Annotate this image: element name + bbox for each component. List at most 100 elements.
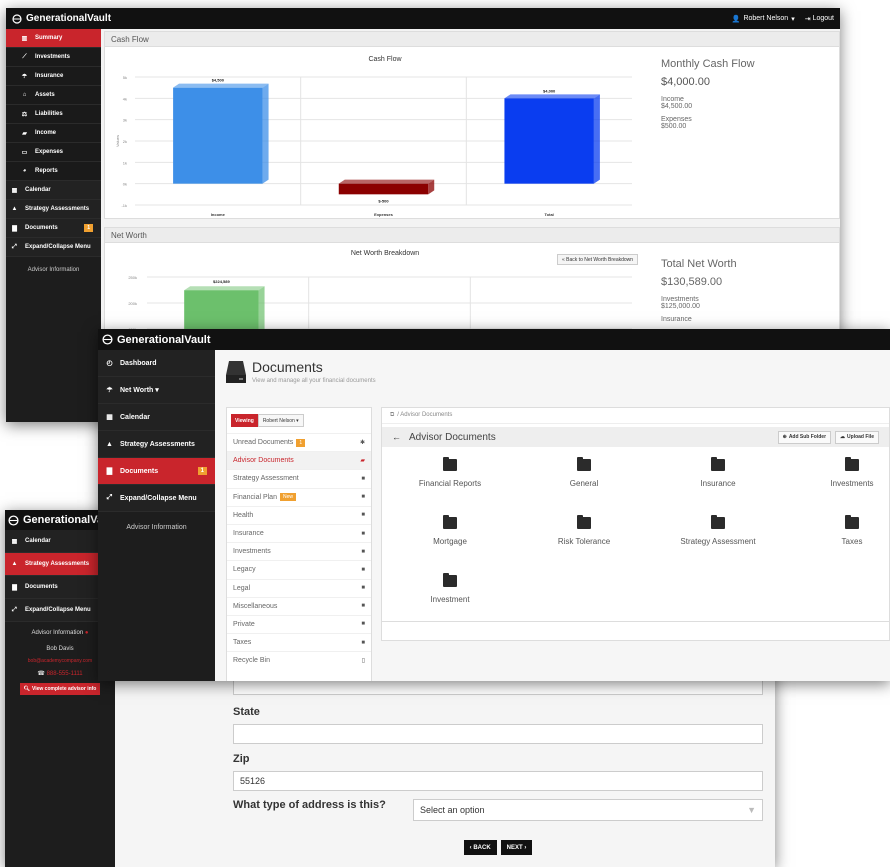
- folder-icon: [443, 573, 457, 587]
- sidebar-item-investments[interactable]: ⟋ Investments: [6, 48, 101, 67]
- sidebar-item-expand-collapse-menu[interactable]: ⤢ Expand/Collapse Menu: [98, 485, 215, 512]
- back-arrow-icon[interactable]: ←: [392, 432, 401, 442]
- bar[interactable]: [504, 98, 594, 184]
- bar[interactable]: [338, 183, 429, 195]
- zip-label: Zip: [233, 753, 250, 765]
- sidebar-item-label: Insurance: [35, 73, 64, 79]
- brand-logo[interactable]: GenerationalVault: [12, 13, 111, 24]
- user-menu[interactable]: 👤 Robert Nelson ▾: [732, 15, 795, 23]
- folder-list-item[interactable]: Advisor Documents ▰: [227, 451, 371, 470]
- folder-tile[interactable]: Investment: [390, 573, 510, 604]
- brand-logo-2[interactable]: GenerationalVault: [102, 334, 211, 346]
- folder-list-item[interactable]: Unread Documents 1 ✱: [227, 433, 371, 451]
- sitemap-icon: ⧉: [390, 412, 395, 418]
- sidebar-item-calendar[interactable]: ▦ Calendar: [6, 181, 101, 200]
- folder-list-item[interactable]: Strategy Assessment ■: [227, 469, 371, 487]
- folder-tile[interactable]: Taxes: [792, 515, 890, 546]
- sidebar-item-documents[interactable]: ▇ Documents 1: [98, 458, 215, 485]
- logout-link[interactable]: ⇥ Logout: [805, 15, 834, 23]
- y-tick-label: 3k: [123, 118, 127, 123]
- folder-list-item[interactable]: Private ■: [227, 614, 371, 633]
- folder-tile[interactable]: Insurance: [658, 457, 778, 488]
- back-button[interactable]: ‹ BACK: [463, 840, 497, 855]
- folder-list-item[interactable]: Investments ■: [227, 542, 371, 560]
- sidebar-item-expand-collapse-menu[interactable]: ⤢ Expand/Collapse Menu: [6, 238, 101, 257]
- folder-list-item[interactable]: Legacy ■: [227, 560, 371, 578]
- viewing-user-select[interactable]: Robert Nelson ▾: [257, 414, 304, 427]
- sidebar-item-net-worth[interactable]: ☂ Net Worth ▾: [98, 377, 215, 404]
- calendar-icon: ▦: [11, 187, 18, 194]
- next-button[interactable]: NEXT ›: [500, 840, 533, 855]
- cash-flow-panel-header: Cash Flow: [105, 32, 839, 47]
- sidebar-item-income[interactable]: ▰ Income: [6, 124, 101, 143]
- sidebar-item-strategy-assessments[interactable]: ▲ Strategy Assessments: [6, 200, 101, 219]
- state-label: State: [233, 706, 260, 718]
- upload-file-button[interactable]: ☁ Upload File: [835, 430, 879, 444]
- folder-tile[interactable]: Mortgage: [390, 515, 510, 546]
- folder-list-item[interactable]: Legal ■: [227, 578, 371, 597]
- folder-badge: New: [279, 493, 296, 502]
- umbrella-icon: ☂: [21, 73, 28, 80]
- folder-grid: Financial Reports General Insurance Investm…: [382, 447, 889, 622]
- folder-icon: [711, 457, 725, 471]
- folder-tile[interactable]: Risk Tolerance: [524, 515, 644, 546]
- sidebar-item-liabilities[interactable]: ⚖ Liabilities: [6, 105, 101, 124]
- chart-title: Cash Flow: [368, 56, 402, 63]
- y-tick-label: 5k: [123, 75, 127, 80]
- folder-tile[interactable]: General: [524, 457, 644, 488]
- sidebar-item-label: Assets: [35, 92, 55, 98]
- folder-list: Unread Documents 1 ✱ Advisor Documents ▰ Stra…: [227, 433, 371, 669]
- page-title: Documents: [252, 359, 323, 375]
- address-type-select[interactable]: Select an option ▼: [413, 799, 763, 821]
- folder-list-item[interactable]: Recycle Bin ▯: [227, 651, 371, 669]
- address-type-label: What type of address is this?: [233, 799, 386, 811]
- bar-top: [338, 179, 435, 184]
- monthly-cash-flow-amount: $4,000.00: [661, 76, 710, 88]
- y-tick-label: 200k: [128, 301, 137, 306]
- folder-list-item[interactable]: Insurance ■: [227, 523, 371, 542]
- sidebar-item-documents[interactable]: ▇ Documents 1: [6, 219, 101, 238]
- document-icon: ▇: [12, 584, 17, 591]
- sidebar-item-summary[interactable]: ▥ Summary: [6, 29, 101, 48]
- asterisk-icon: ✱: [359, 440, 365, 447]
- view-advisor-button[interactable]: 🔍︎ View complete advisor info: [19, 683, 101, 695]
- insurance-label: Insurance: [661, 316, 692, 323]
- vault-logo-icon: [8, 514, 19, 526]
- state-input[interactable]: [233, 724, 763, 744]
- sidebar-item-dashboard[interactable]: ◴ Dashboard: [98, 350, 215, 377]
- folder-list-item[interactable]: Taxes ■: [227, 633, 371, 651]
- folder-list-item[interactable]: Miscellaneous ■: [227, 596, 371, 615]
- bank-icon: ⌂: [22, 92, 27, 98]
- folder-list-item-label: Legal: [233, 584, 251, 592]
- graduation-icon: ▲: [11, 561, 18, 567]
- folder-content-panel: ⧉ / Advisor Documents ← Advisor Documents…: [381, 407, 890, 641]
- folder-list-item[interactable]: Financial Plan New ■: [227, 487, 371, 506]
- folder-list-item[interactable]: Health ■: [227, 505, 371, 524]
- folder-tile[interactable]: Strategy Assessment: [658, 515, 778, 546]
- add-sub-folder-button[interactable]: ⊕ Add Sub Folder: [777, 430, 832, 444]
- x-tick-label: Total: [545, 212, 554, 217]
- folder-icon: [711, 515, 725, 529]
- folder-icon: ■: [361, 494, 365, 501]
- phone-icon: ☎: [37, 671, 45, 677]
- dashboard-icon: ◴: [106, 360, 113, 367]
- investments-label: Investments: [661, 296, 699, 303]
- back-to-breakdown-button[interactable]: « Back to Net Worth Breakdown: [557, 254, 639, 265]
- info-icon: ●: [84, 630, 89, 636]
- folder-icon: [443, 457, 457, 471]
- sidebar-item-strategy-assessments[interactable]: ▲ Strategy Assessments: [98, 431, 215, 458]
- zip-input[interactable]: 55126: [233, 771, 763, 791]
- folder-tile[interactable]: Financial Reports: [390, 457, 510, 488]
- folder-icon: [443, 515, 457, 529]
- money-icon: ▰: [22, 130, 27, 137]
- bar[interactable]: [173, 87, 263, 184]
- folder-list-item-label: Financial Plan: [233, 493, 277, 501]
- y-tick-label: 250k: [128, 275, 137, 280]
- bar-chart-icon: ▥: [21, 35, 28, 42]
- folder-tile[interactable]: Investments: [792, 457, 890, 488]
- sidebar-item-calendar[interactable]: ▦ Calendar: [98, 404, 215, 431]
- sidebar-item-expenses[interactable]: ▭ Expenses: [6, 143, 101, 162]
- sidebar-item-reports[interactable]: ◕ Reports: [6, 162, 101, 181]
- sidebar-item-insurance[interactable]: ☂ Insurance: [6, 67, 101, 86]
- sidebar-item-assets[interactable]: ⌂ Assets: [6, 86, 101, 105]
